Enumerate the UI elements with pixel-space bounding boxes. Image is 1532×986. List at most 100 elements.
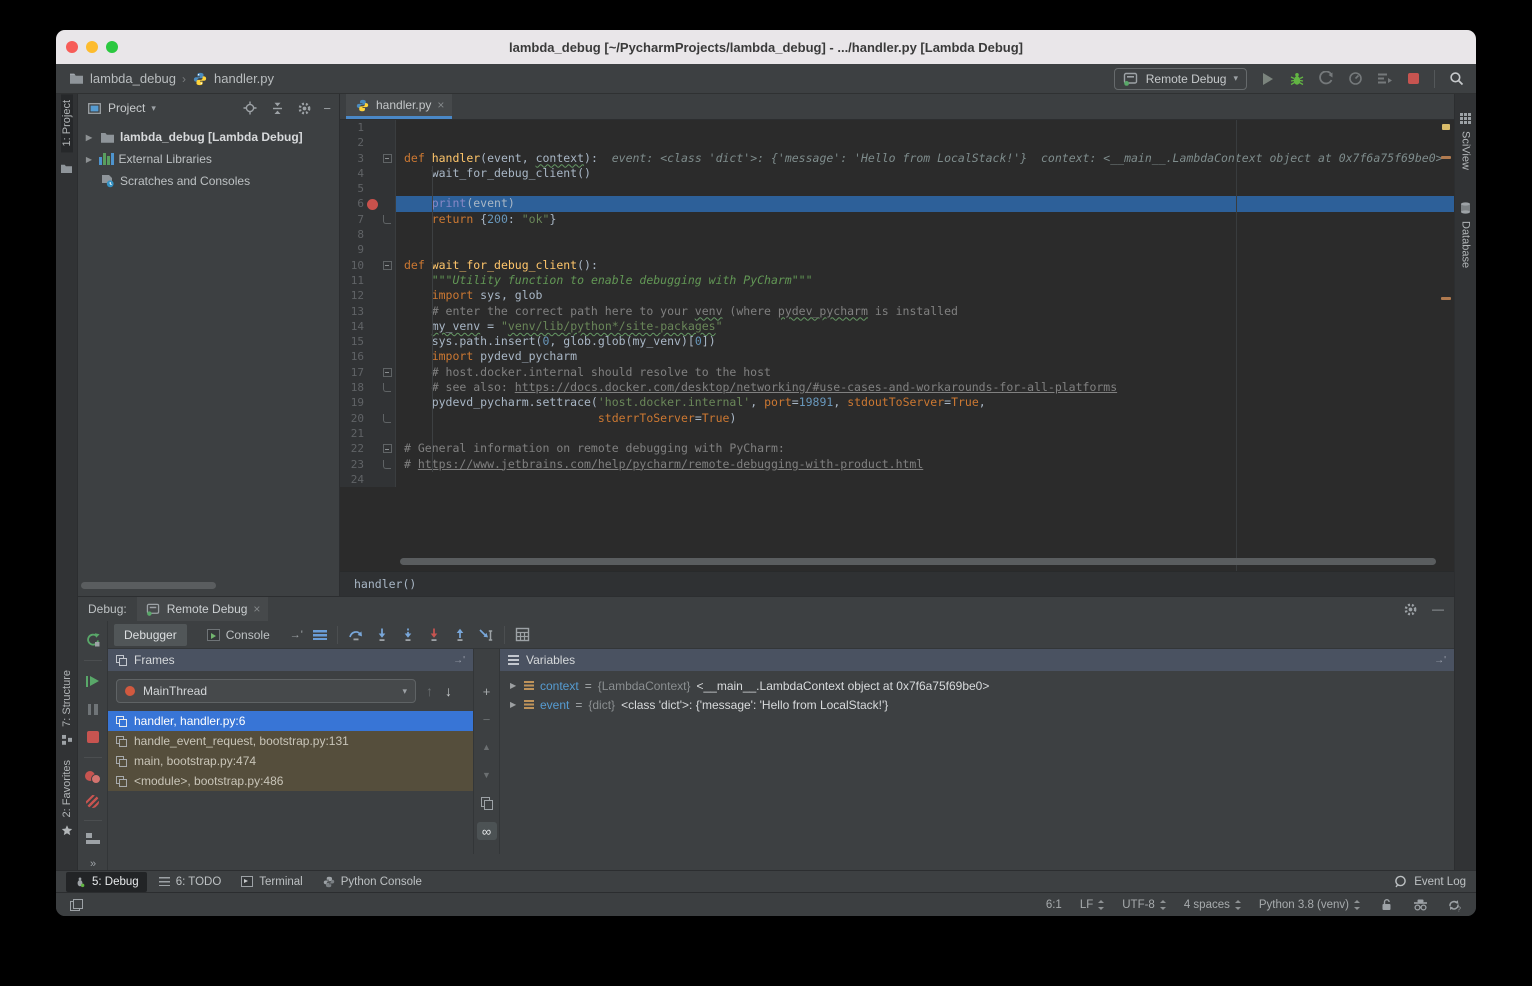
expand-arrow-icon[interactable]: ▶ xyxy=(84,133,94,142)
code-line-8[interactable]: 8 xyxy=(340,227,1454,242)
close-session-icon[interactable]: × xyxy=(253,602,260,616)
code-line-13[interactable]: 13 # enter the correct path here to your… xyxy=(340,304,1454,319)
fold-marker-icon[interactable] xyxy=(383,444,392,453)
debug-session-tab[interactable]: Remote Debug × xyxy=(137,597,269,621)
lock-icon[interactable] xyxy=(1378,897,1394,913)
step-out-button[interactable] xyxy=(452,627,468,643)
stop-debug-button[interactable] xyxy=(85,729,101,745)
interpreter-selector[interactable]: Python 3.8 (venv) xyxy=(1259,899,1360,911)
code-line-16[interactable]: 16 import pydevd_pycharm xyxy=(340,349,1454,364)
expand-arrow-icon[interactable]: ▶ xyxy=(510,681,518,690)
error-stripe-mark[interactable] xyxy=(1441,156,1451,159)
tab-debugger[interactable]: Debugger xyxy=(114,624,187,646)
commander-folder-icon[interactable] xyxy=(59,160,75,176)
code-line-23[interactable]: 23# https://www.jetbrains.com/help/pycha… xyxy=(340,457,1454,472)
sidebar-item-project[interactable]: 1: Project xyxy=(61,94,73,152)
line-ending-selector[interactable]: LF xyxy=(1080,899,1104,911)
settings-gear-icon[interactable] xyxy=(1402,601,1418,617)
more-actions-icon[interactable]: » xyxy=(90,858,95,870)
breadcrumb-project[interactable]: lambda_debug xyxy=(90,71,176,86)
layout-options-icon[interactable] xyxy=(313,630,327,640)
context-function[interactable]: handler() xyxy=(354,577,416,591)
caret-position[interactable]: 6:1 xyxy=(1046,899,1062,911)
close-window-button[interactable] xyxy=(66,41,78,53)
breadcrumb-file[interactable]: handler.py xyxy=(214,71,274,86)
run-config-selector[interactable]: Remote Debug ▾ xyxy=(1114,68,1247,90)
update-status-icon[interactable]: ? xyxy=(1446,897,1462,913)
code-line-9[interactable]: 9 xyxy=(340,242,1454,257)
indent-selector[interactable]: 4 spaces xyxy=(1184,899,1241,911)
code-line-2[interactable]: 2 xyxy=(340,135,1454,150)
code-line-15[interactable]: 15 sys.path.insert(0, glob.glob(my_venv)… xyxy=(340,334,1454,349)
code-line-6[interactable]: 6 print(event) xyxy=(340,196,1454,211)
toolwindow-terminal-button[interactable]: Terminal xyxy=(233,872,310,892)
coverage-button[interactable] xyxy=(1318,71,1334,87)
toolwindow-todo-button[interactable]: 6: TODO xyxy=(151,872,230,892)
code-editor[interactable]: 123def handler(event, context): event: <… xyxy=(340,120,1454,571)
tab-console[interactable]: Console xyxy=(197,624,280,646)
code-line-24[interactable]: 24 xyxy=(340,472,1454,487)
locate-file-button[interactable] xyxy=(242,100,258,116)
minimize-window-button[interactable] xyxy=(86,41,98,53)
settings-gear-icon[interactable] xyxy=(296,100,312,116)
add-watch-button[interactable]: + xyxy=(477,677,497,705)
show-watches-toggle[interactable]: ∞ xyxy=(477,817,497,845)
code-line-22[interactable]: 22# General information on remote debugg… xyxy=(340,441,1454,456)
fold-marker-icon[interactable] xyxy=(383,414,391,423)
code-line-11[interactable]: 11 """Utility function to enable debuggi… xyxy=(340,273,1454,288)
expand-arrow-icon[interactable]: ▶ xyxy=(84,155,94,164)
variable-row[interactable]: ▶event={dict}<class 'dict'>: {'message':… xyxy=(500,695,1454,714)
evaluate-expression-button[interactable] xyxy=(515,627,531,643)
stack-frame-row[interactable]: <module>, bootstrap.py:486 xyxy=(108,771,473,791)
variable-row[interactable]: ▶context={LambdaContext}<__main__.Lambda… xyxy=(500,676,1454,695)
collapse-all-button[interactable] xyxy=(269,100,285,116)
view-breakpoints-button[interactable] xyxy=(85,770,100,783)
stack-frame-row[interactable]: handler, handler.py:6 xyxy=(108,711,473,731)
fold-marker-icon[interactable] xyxy=(383,215,391,224)
zoom-window-button[interactable] xyxy=(106,41,118,53)
duplicate-watch-button[interactable] xyxy=(477,789,497,817)
move-down-button[interactable]: ▼ xyxy=(477,761,497,789)
search-everywhere-button[interactable] xyxy=(1448,71,1464,87)
rerun-button[interactable] xyxy=(85,632,101,648)
code-line-14[interactable]: 14 my_venv = "venv/lib/python*/site-pack… xyxy=(340,319,1454,334)
pause-button[interactable] xyxy=(85,701,101,717)
force-step-into-button[interactable] xyxy=(400,627,416,643)
step-into-my-code-button[interactable] xyxy=(426,627,442,643)
close-tab-icon[interactable]: × xyxy=(437,98,444,112)
restore-windows-icon[interactable] xyxy=(70,899,82,910)
sidebar-item-structure[interactable]: 7: Structure xyxy=(59,664,75,754)
remove-watch-button[interactable]: − xyxy=(477,705,497,733)
breakpoint-dot[interactable] xyxy=(367,199,378,210)
move-up-button[interactable]: ▲ xyxy=(477,733,497,761)
concurrency-diagram-button[interactable] xyxy=(1376,71,1392,87)
code-line-17[interactable]: 17 # host.docker.internal should resolve… xyxy=(340,365,1454,380)
code-line-1[interactable]: 1 xyxy=(340,120,1454,135)
resume-button[interactable] xyxy=(85,673,101,689)
previous-frame-button[interactable]: ↑ xyxy=(426,683,433,699)
mute-breakpoints-button[interactable] xyxy=(86,795,99,808)
stop-button[interactable] xyxy=(1405,71,1421,87)
error-stripe-mark[interactable] xyxy=(1441,297,1451,300)
restore-layout-button[interactable] xyxy=(86,833,100,844)
fold-marker-icon[interactable] xyxy=(383,368,392,377)
pin-panel-icon[interactable]: →' xyxy=(453,655,465,666)
next-frame-button[interactable]: ↓ xyxy=(445,683,452,699)
sidebar-item-database[interactable]: Database xyxy=(1458,194,1474,274)
expand-arrow-icon[interactable]: ▶ xyxy=(510,700,518,709)
code-line-12[interactable]: 12 import sys, glob xyxy=(340,288,1454,303)
code-line-4[interactable]: 4 wait_for_debug_client() xyxy=(340,166,1454,181)
profiler-button[interactable] xyxy=(1347,71,1363,87)
code-line-20[interactable]: 20 stderrToServer=True) xyxy=(340,411,1454,426)
fold-marker-icon[interactable] xyxy=(383,261,392,270)
error-stripe-warning-mark[interactable] xyxy=(1442,124,1450,130)
tree-item-external-libraries[interactable]: ▶ External Libraries xyxy=(78,148,339,170)
project-view-selector[interactable]: Project ▾ xyxy=(86,100,156,116)
fold-marker-icon[interactable] xyxy=(383,154,392,163)
code-line-19[interactable]: 19 pydevd_pycharm.settrace('host.docker.… xyxy=(340,395,1454,410)
stack-frame-row[interactable]: handle_event_request, bootstrap.py:131 xyxy=(108,731,473,751)
event-log-button[interactable]: Event Log xyxy=(1392,874,1466,890)
code-line-3[interactable]: 3def handler(event, context): event: <cl… xyxy=(340,151,1454,166)
sidebar-item-favorites[interactable]: 2: Favorites xyxy=(59,754,75,844)
code-line-10[interactable]: 10def wait_for_debug_client(): xyxy=(340,258,1454,273)
